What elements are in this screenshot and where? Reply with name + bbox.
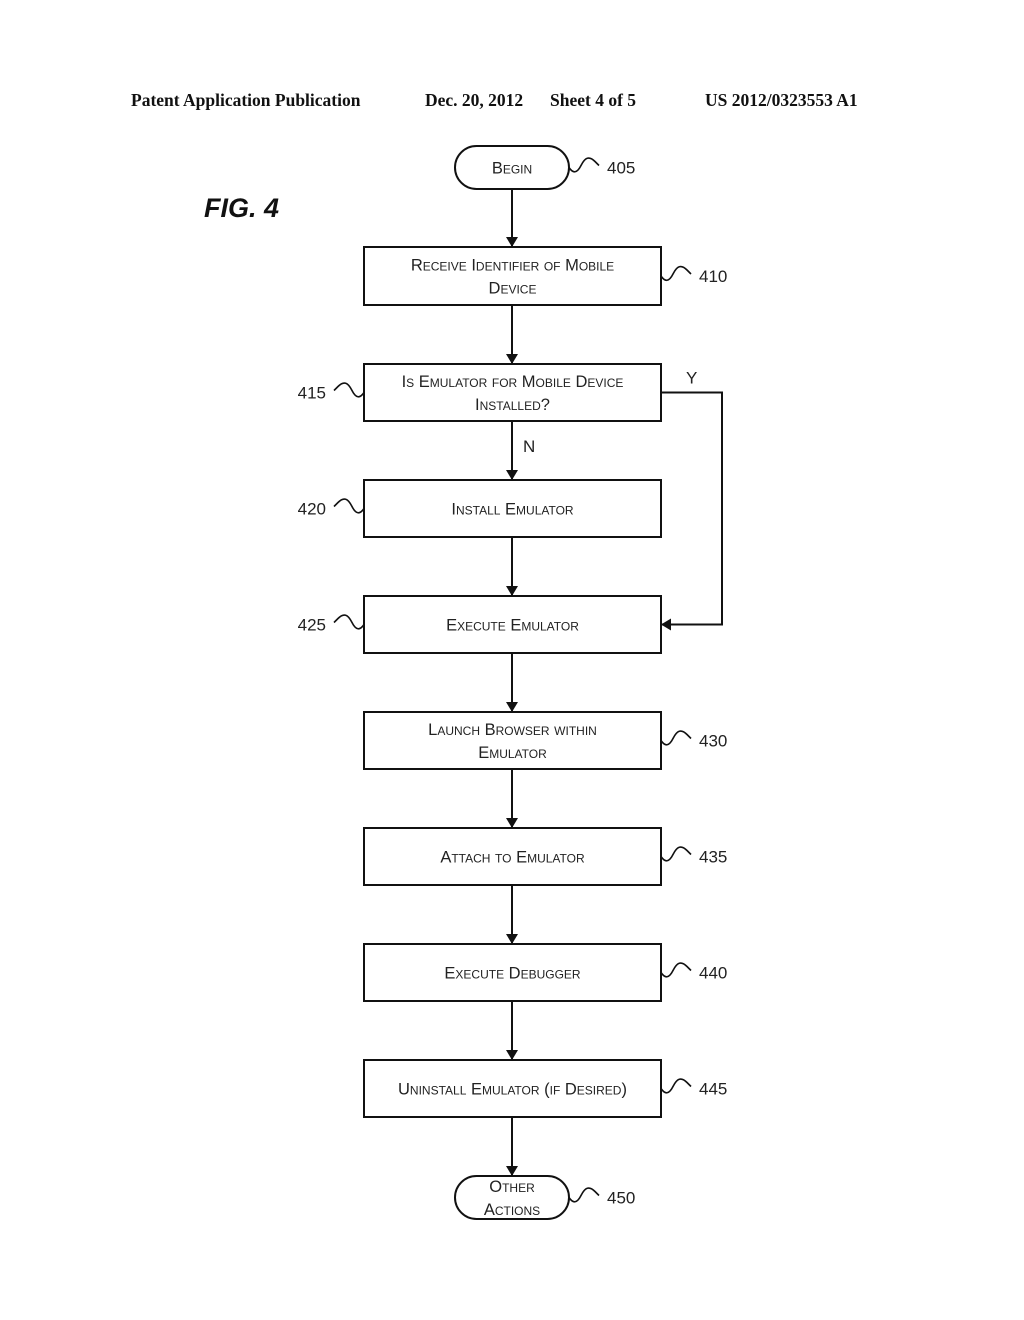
lead-line-icon [660, 730, 692, 746]
node-label: Execute Emulator [446, 617, 579, 635]
reference-numeral: 430 [699, 732, 727, 751]
edge-label-yes: Y [686, 369, 697, 388]
lead-line-icon [568, 157, 600, 173]
node-label: Device [489, 280, 537, 298]
flowchart: Begin 405 Receive Identifier of Mobile Devi… [298, 145, 727, 1220]
node-label: Emulator [478, 744, 547, 762]
lead-line-icon [568, 1187, 600, 1203]
reference-numeral: 440 [699, 964, 727, 983]
flow-node-405: Begin 405 [454, 145, 635, 190]
lead-line-icon [333, 498, 365, 514]
reference-numeral: 415 [298, 384, 326, 403]
flow-node-450: Other Actions 450 [454, 1175, 635, 1220]
reference-numeral: 445 [699, 1080, 727, 1099]
flow-node-420: Install Emulator 420 [298, 479, 662, 538]
node-label: Other [489, 1178, 535, 1196]
edge-label-no: N [523, 437, 535, 456]
node-label: Attach to Emulator [440, 849, 585, 867]
node-label: Execute Debugger [444, 965, 581, 983]
reference-numeral: 425 [298, 616, 326, 635]
reference-numeral: 435 [699, 848, 727, 867]
lead-line-icon [660, 846, 692, 862]
lead-line-icon [333, 382, 365, 398]
node-label: Begin [492, 160, 532, 178]
flow-node-440: Execute Debugger 440 [363, 943, 727, 1002]
node-label: Launch Browser within [428, 721, 597, 739]
reference-numeral: 420 [298, 500, 326, 519]
lead-line-icon [660, 1078, 692, 1094]
lead-line-icon [660, 962, 692, 978]
reference-numeral: 450 [607, 1189, 635, 1208]
flow-node-425: Execute Emulator 425 [298, 595, 662, 654]
flow-node-445: Uninstall Emulator (if Desired) 445 [363, 1059, 727, 1118]
node-label: Actions [484, 1201, 540, 1219]
lead-line-icon [660, 265, 692, 282]
flow-node-430: Launch Browser within Emulator 430 [363, 711, 727, 770]
flow-node-410: Receive Identifier of Mobile Device 410 [363, 246, 727, 306]
edge-yes-branch [661, 391, 723, 631]
node-label: Installed? [475, 396, 550, 414]
node-label: Install Emulator [451, 501, 574, 519]
node-label: Is Emulator for Mobile Device [402, 373, 624, 391]
node-label: Receive Identifier of Mobile [411, 257, 614, 275]
reference-numeral: 405 [607, 159, 635, 178]
node-label: Uninstall Emulator (if Desired) [398, 1081, 627, 1099]
lead-line-icon [333, 614, 365, 630]
flow-node-415: Is Emulator for Mobile Device Installed? 4… [298, 363, 662, 422]
reference-numeral: 410 [699, 267, 727, 286]
flow-node-435: Attach to Emulator 435 [363, 827, 727, 886]
